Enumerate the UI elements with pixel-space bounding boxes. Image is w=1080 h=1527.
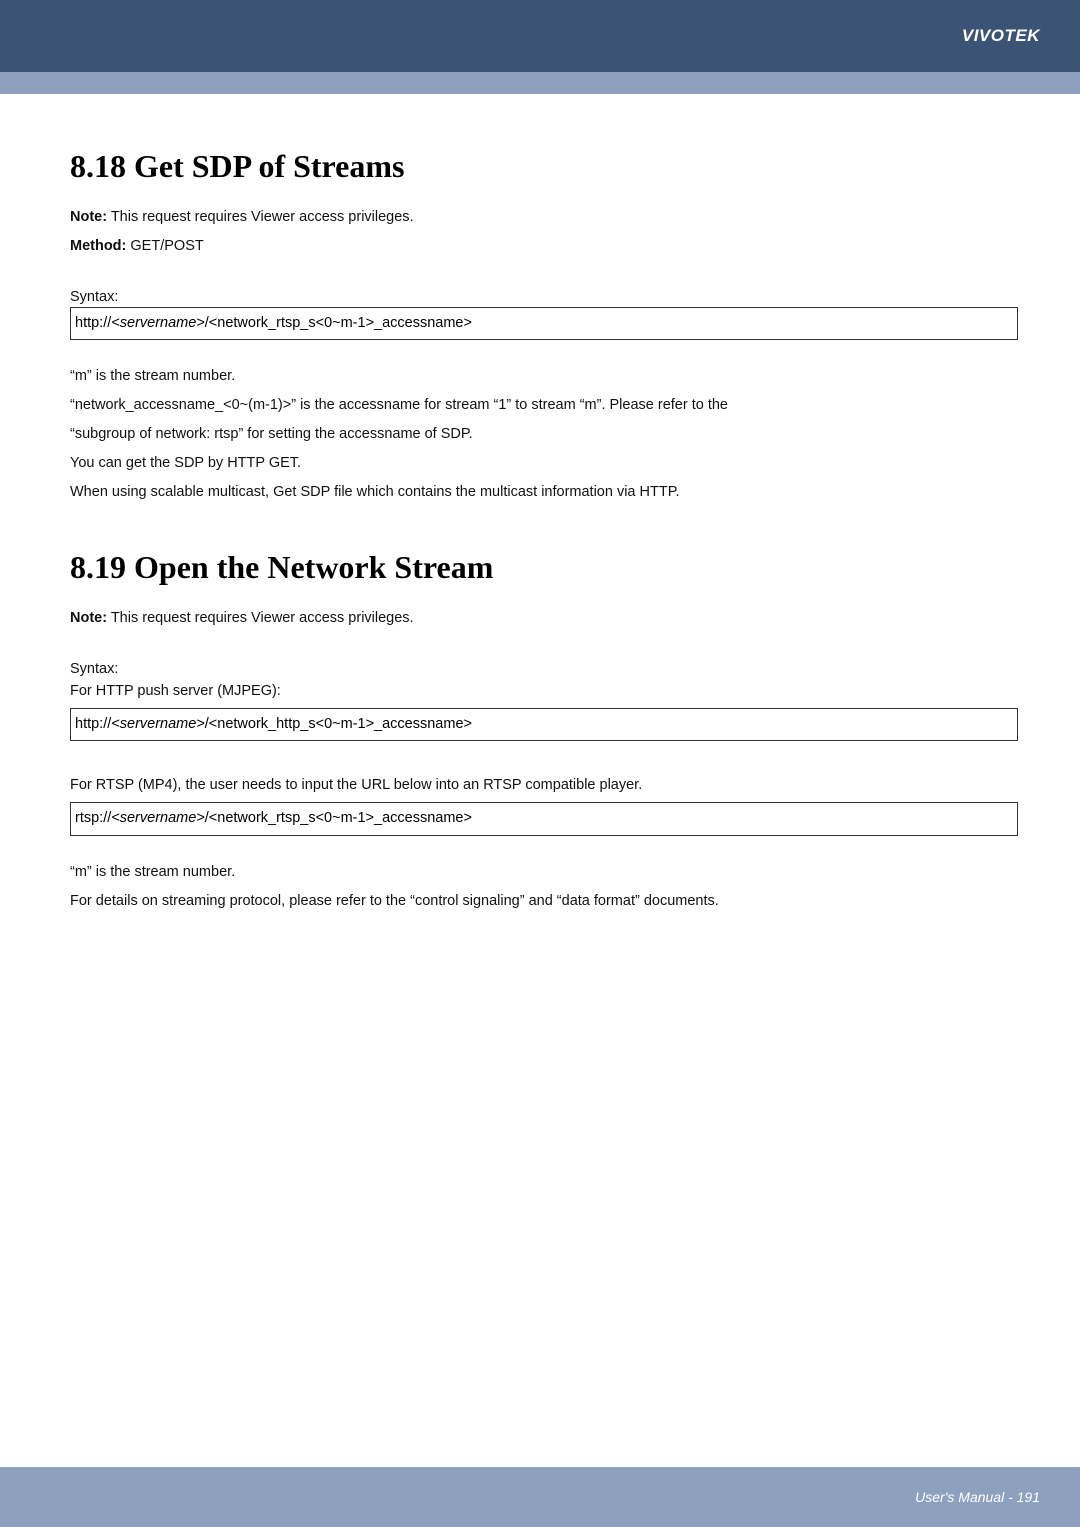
syntax-label-818: Syntax: — [70, 289, 1018, 305]
section-heading-819: 8.19 Open the Network Stream — [70, 549, 1018, 586]
note-text: This request requires Viewer access priv… — [107, 209, 414, 225]
code-prefix: rtsp:// — [75, 810, 111, 826]
code-suffix: /<network_rtsp_s<0~m-1>_accessname> — [205, 810, 472, 826]
code-server: <servername> — [111, 810, 205, 826]
header-bar: VIVOTEK — [0, 0, 1080, 72]
header-accent-bar — [0, 72, 1080, 94]
brand-label: VIVOTEK — [962, 26, 1040, 46]
explain-line: “m” is the stream number. — [70, 362, 1018, 391]
method-label: Method: — [70, 238, 126, 254]
syntax-codebox-818: http://<servername>/<network_rtsp_s<0~m-… — [70, 307, 1018, 340]
code-suffix: /<network_http_s<0~m-1>_accessname> — [205, 716, 472, 732]
section-heading-818: 8.18 Get SDP of Streams — [70, 148, 1018, 185]
page-content: 8.18 Get SDP of Streams Note: This reque… — [0, 94, 1080, 916]
note-line-819: Note: This request requires Viewer acces… — [70, 604, 1018, 633]
note-label: Note: — [70, 610, 107, 626]
explain-line: For details on streaming protocol, pleas… — [70, 887, 1018, 916]
page: VIVOTEK 8.18 Get SDP of Streams Note: Th… — [0, 0, 1080, 1527]
http-label-819: For HTTP push server (MJPEG): — [70, 677, 1018, 706]
note-line-818: Note: This request requires Viewer acces… — [70, 203, 1018, 232]
method-line-818: Method: GET/POST — [70, 232, 1018, 261]
footer-bar: User's Manual - 191 — [0, 1467, 1080, 1527]
code-server: <servername> — [111, 315, 205, 331]
explain-line: “m” is the stream number. — [70, 858, 1018, 887]
explain-line: “subgroup of network: rtsp” for setting … — [70, 420, 1018, 449]
rtsp-label-819: For RTSP (MP4), the user needs to input … — [70, 771, 1018, 800]
explain-block-818: “m” is the stream number. “network_acces… — [70, 362, 1018, 507]
note-label: Note: — [70, 209, 107, 225]
syntax-label-819: Syntax: — [70, 661, 1018, 677]
code-prefix: http:// — [75, 315, 111, 331]
code-server: <servername> — [111, 716, 205, 732]
note-text: This request requires Viewer access priv… — [107, 610, 414, 626]
explain-line: You can get the SDP by HTTP GET. — [70, 449, 1018, 478]
code-prefix: http:// — [75, 716, 111, 732]
method-text: GET/POST — [126, 238, 203, 254]
explain-block-819: “m” is the stream number. For details on… — [70, 858, 1018, 916]
syntax-codebox-rtsp-819: rtsp://<servername>/<network_rtsp_s<0~m-… — [70, 802, 1018, 835]
footer-text: User's Manual - 191 — [915, 1489, 1040, 1505]
explain-line: When using scalable multicast, Get SDP f… — [70, 478, 1018, 507]
syntax-codebox-http-819: http://<servername>/<network_http_s<0~m-… — [70, 708, 1018, 741]
explain-line: “network_accessname_<0~(m-1)>” is the ac… — [70, 391, 1018, 420]
code-suffix: /<network_rtsp_s<0~m-1>_accessname> — [205, 315, 472, 331]
